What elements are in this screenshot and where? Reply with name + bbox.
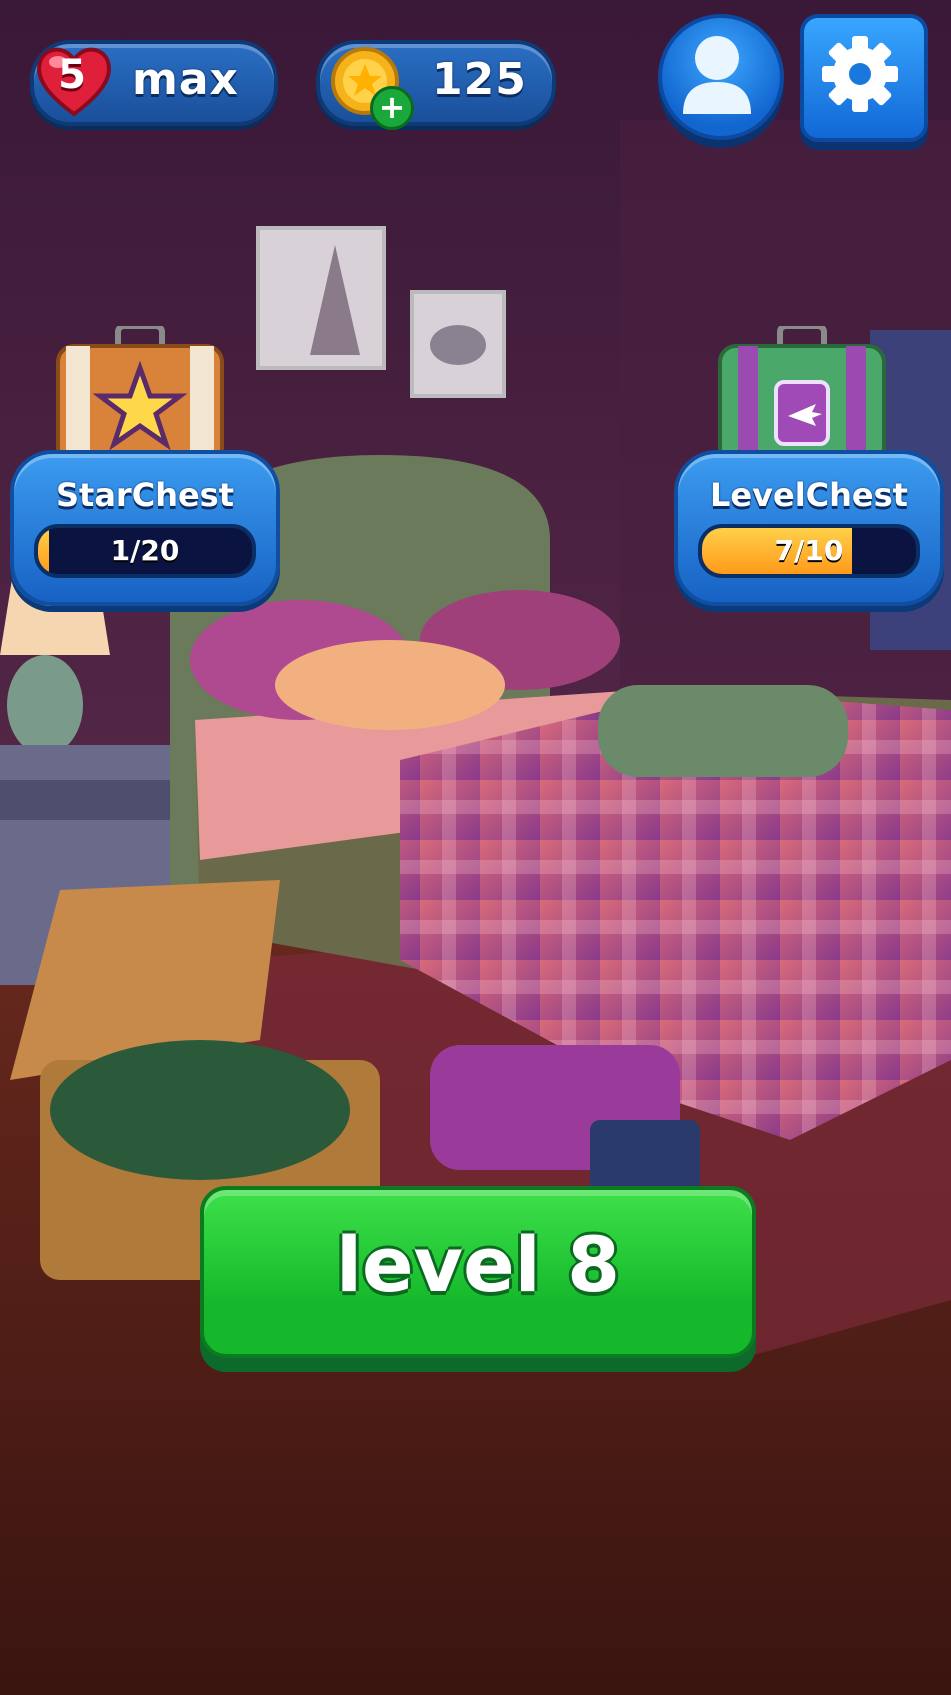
level-chest-title: LevelChest <box>710 476 908 514</box>
bedroom-background <box>0 0 951 1695</box>
lives-label: max <box>132 54 239 105</box>
gear-icon <box>822 36 898 112</box>
play-level-label: level 8 <box>335 1220 621 1309</box>
star-chest-progress-text: 1/20 <box>110 534 180 567</box>
add-coins-button[interactable]: + <box>370 86 414 130</box>
star-chest-panel[interactable]: StarChest 1/20 <box>10 450 280 606</box>
settings-button[interactable] <box>800 14 928 142</box>
star-chest-title: StarChest <box>55 476 235 514</box>
level-chest-progress-text: 7/10 <box>774 534 844 567</box>
coins-count: 125 <box>432 54 527 105</box>
level-chest-panel[interactable]: LevelChest 7/10 <box>674 450 944 606</box>
level-chest-progress-bar: 7/10 <box>698 524 920 578</box>
play-level-button[interactable]: level 8 <box>200 1186 756 1358</box>
star-chest-progress-bar: 1/20 <box>34 524 256 578</box>
profile-icon <box>683 36 751 114</box>
profile-button[interactable] <box>658 14 784 140</box>
heart-icon: 5 <box>34 42 114 118</box>
bedroom-scene <box>0 0 951 1695</box>
plus-icon: + <box>378 88 406 126</box>
lives-count: 5 <box>58 52 86 98</box>
